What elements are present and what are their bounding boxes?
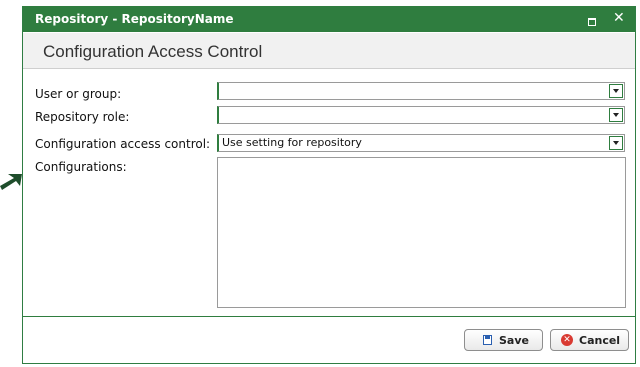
save-icon bbox=[483, 335, 492, 345]
cancel-button[interactable]: ✕ Cancel bbox=[550, 329, 629, 351]
maximize-icon[interactable] bbox=[588, 18, 596, 26]
page-title: Configuration Access Control bbox=[43, 42, 263, 61]
footer-divider bbox=[23, 316, 635, 317]
repository-dialog: Repository - RepositoryName ✕ Configurat… bbox=[22, 6, 636, 364]
configuration-access-control-value: Use setting for repository bbox=[222, 136, 362, 149]
configurations-label: Configurations: bbox=[35, 160, 127, 174]
user-or-group-select[interactable] bbox=[217, 82, 625, 100]
close-icon[interactable]: ✕ bbox=[613, 10, 625, 26]
cancel-button-label: Cancel bbox=[579, 334, 621, 347]
chevron-down-icon[interactable] bbox=[609, 136, 623, 150]
window-title: Repository - RepositoryName bbox=[35, 12, 234, 26]
configurations-list[interactable] bbox=[217, 157, 626, 308]
save-button-label: Save bbox=[499, 334, 529, 347]
repository-role-label: Repository role: bbox=[35, 110, 130, 124]
cancel-icon: ✕ bbox=[561, 334, 573, 346]
save-button[interactable]: Save bbox=[464, 329, 543, 351]
chevron-down-icon[interactable] bbox=[609, 84, 623, 98]
configuration-access-control-select[interactable]: Use setting for repository bbox=[217, 134, 625, 152]
repository-role-select[interactable] bbox=[217, 106, 625, 124]
configuration-access-control-label: Configuration access control: bbox=[35, 137, 211, 151]
pointer-arrow-icon bbox=[0, 174, 22, 190]
title-bar: Repository - RepositoryName ✕ bbox=[23, 6, 635, 32]
chevron-down-icon[interactable] bbox=[609, 108, 623, 122]
user-or-group-label: User or group: bbox=[35, 87, 122, 101]
page-header: Configuration Access Control bbox=[23, 33, 635, 69]
